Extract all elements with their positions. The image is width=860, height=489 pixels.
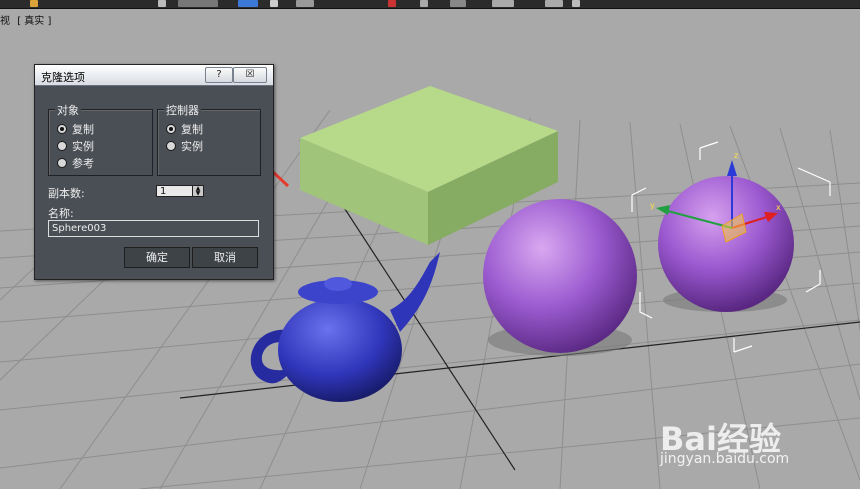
- close-button[interactable]: ☒: [233, 67, 267, 83]
- toolbar-icon[interactable]: [178, 0, 218, 7]
- controller-instance-radio[interactable]: 实例: [166, 138, 203, 153]
- toolbar-icon[interactable]: [388, 0, 396, 7]
- toolbar-icon[interactable]: [30, 0, 38, 7]
- controller-group-legend: 控制器: [164, 102, 201, 118]
- help-button[interactable]: ?: [205, 67, 233, 83]
- gizmo-z-label: z: [734, 151, 738, 160]
- radio-label: 参考: [72, 157, 94, 170]
- selected-sphere-object[interactable]: [658, 176, 794, 312]
- radio-dot[interactable]: [166, 124, 176, 134]
- toolbar-icon[interactable]: [420, 0, 428, 7]
- radio-label: 实例: [72, 140, 94, 153]
- controller-copy-radio[interactable]: 复制: [166, 121, 203, 136]
- watermark-url: jingyan.baidu.com: [660, 451, 790, 467]
- copies-label: 副本数:: [48, 187, 85, 200]
- radio-dot[interactable]: [57, 141, 67, 151]
- object-reference-radio[interactable]: 参考: [57, 155, 94, 170]
- toolbar-icon[interactable]: [545, 0, 563, 7]
- radio-label: 复制: [72, 123, 94, 136]
- copies-spinner-arrows[interactable]: ▲ ▼: [192, 185, 204, 197]
- name-input[interactable]: Sphere003: [48, 220, 259, 237]
- radio-dot[interactable]: [57, 158, 67, 168]
- name-label: 名称:: [48, 207, 74, 220]
- ok-button[interactable]: 确定: [124, 247, 190, 268]
- radio-label: 实例: [181, 140, 203, 153]
- gizmo-x-label: x: [776, 203, 781, 212]
- toolbar-icon[interactable]: [572, 0, 580, 7]
- toolbar-icon[interactable]: [492, 0, 514, 7]
- radio-label: 复制: [181, 123, 203, 136]
- toolbar-icon[interactable]: [296, 0, 314, 7]
- clone-options-dialog[interactable]: 克隆选项 ? ☒ 对象 复制 实例 参考 控制器 复制 实例 副本数: 1 ▲ ▼…: [34, 64, 274, 280]
- toolbar-icon[interactable]: [450, 0, 466, 7]
- object-groupbox: 对象 复制 实例 参考: [48, 102, 153, 176]
- toolbar-icon[interactable]: [158, 0, 166, 7]
- dialog-title: 克隆选项: [41, 71, 85, 84]
- radio-dot[interactable]: [57, 124, 67, 134]
- object-group-legend: 对象: [55, 102, 81, 118]
- dialog-titlebar[interactable]: 克隆选项 ? ☒: [35, 65, 273, 86]
- object-instance-radio[interactable]: 实例: [57, 138, 94, 153]
- gizmo-y-label: y: [650, 201, 655, 210]
- toolbar-icon[interactable]: [270, 0, 278, 7]
- object-copy-radio[interactable]: 复制: [57, 121, 94, 136]
- radio-dot[interactable]: [166, 141, 176, 151]
- select-move-icon[interactable]: [238, 0, 258, 7]
- sphere-object[interactable]: [483, 199, 637, 356]
- cancel-button[interactable]: 取消: [192, 247, 258, 268]
- controller-groupbox: 控制器 复制 实例: [157, 102, 261, 176]
